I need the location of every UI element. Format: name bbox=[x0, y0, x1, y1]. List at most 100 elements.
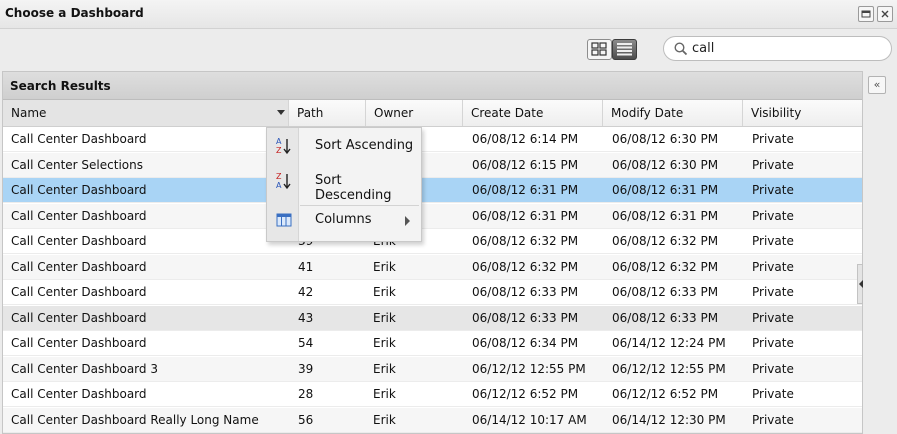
cell-name: Call Center Dashboard Really Long Name bbox=[11, 412, 259, 427]
search-value[interactable]: call bbox=[692, 41, 714, 56]
menu-item-columns[interactable]: Columns bbox=[267, 205, 421, 235]
svg-text:A: A bbox=[276, 181, 282, 190]
table-header: Name Path Owner Create Date Modify Date … bbox=[3, 100, 862, 127]
chevron-left-icon bbox=[859, 280, 863, 288]
table-row[interactable]: Call Center Dashboard 54 Erik 06/08/12 6:34… bbox=[3, 331, 862, 356]
cell-create: 06/08/12 6:15 PM bbox=[472, 157, 579, 172]
cell-modify: 06/12/12 12:55 PM bbox=[612, 361, 726, 376]
menu-item-label: Columns bbox=[315, 212, 372, 227]
cell-vis: Private bbox=[752, 208, 794, 223]
menu-item-label: Sort Ascending bbox=[315, 138, 414, 153]
menu-item-sort-descending[interactable]: Z A Sort Descending bbox=[267, 166, 421, 203]
cell-create: 06/08/12 6:33 PM bbox=[472, 285, 579, 299]
cell-name: Call Center Dashboard bbox=[11, 259, 147, 274]
table-row[interactable]: Call Center Dashboard 3 39 Erik 06/12/12 12… bbox=[3, 356, 862, 382]
cell-vis: Private bbox=[752, 285, 794, 299]
table-row[interactable]: Call Center Dashboard 06/08/12 6:31 PM 06/… bbox=[3, 178, 862, 203]
cell-path: 39 bbox=[298, 361, 314, 376]
cell-name: Call Center Dashboard bbox=[11, 132, 147, 146]
restore-icon[interactable] bbox=[858, 6, 874, 22]
cell-vis: Private bbox=[752, 310, 794, 325]
cell-owner: Erik bbox=[373, 310, 396, 325]
cell-name: Call Center Dashboard 3 bbox=[11, 361, 158, 376]
panel-title: Search Results bbox=[10, 79, 111, 93]
cell-name: Call Center Dashboard bbox=[11, 208, 147, 223]
search-input[interactable]: call bbox=[663, 36, 892, 61]
cell-path: 28 bbox=[298, 387, 314, 401]
menu-item-sort-ascending[interactable]: A Z Sort Ascending bbox=[267, 131, 421, 161]
cell-path: 41 bbox=[298, 259, 314, 274]
cell-vis: Private bbox=[752, 336, 794, 350]
cell-create: 06/08/12 6:31 PM bbox=[472, 183, 579, 197]
double-chevron-left-icon[interactable]: « bbox=[868, 76, 886, 94]
column-header-modify-date[interactable]: Modify Date bbox=[603, 100, 743, 126]
chevron-down-icon[interactable] bbox=[277, 110, 285, 115]
cell-modify: 06/12/12 6:52 PM bbox=[612, 387, 719, 401]
cell-modify: 06/14/12 12:30 PM bbox=[612, 412, 726, 427]
svg-text:A: A bbox=[276, 137, 282, 146]
column-header-create-date[interactable]: Create Date bbox=[463, 100, 603, 126]
cell-name: Call Center Selections bbox=[11, 157, 143, 172]
cell-modify: 06/08/12 6:33 PM bbox=[612, 285, 719, 299]
cell-name: Call Center Dashboard bbox=[11, 285, 147, 299]
cell-create: 06/08/12 6:32 PM bbox=[472, 234, 579, 248]
column-header-visibility[interactable]: Visibility bbox=[743, 100, 862, 126]
table-row[interactable]: Call Center Dashboard 43 Erik 06/08/12 6:33… bbox=[3, 305, 862, 331]
cell-path: 42 bbox=[298, 285, 314, 299]
table-row[interactable]: Call Center Dashboard 42 Erik 06/08/12 6:33… bbox=[3, 280, 862, 305]
cell-path: 54 bbox=[298, 336, 314, 350]
cell-name: Call Center Dashboard bbox=[11, 310, 147, 325]
column-label: Owner bbox=[374, 106, 414, 120]
column-header-owner[interactable]: Owner bbox=[366, 100, 463, 126]
cell-create: 06/08/12 6:14 PM bbox=[472, 132, 579, 146]
grid-view-button[interactable] bbox=[587, 39, 612, 60]
cell-vis: Private bbox=[752, 183, 794, 197]
table-row[interactable]: Call Center Dashboard 06/08/12 6:14 PM 06/… bbox=[3, 127, 862, 152]
grid-view-icon bbox=[591, 42, 607, 56]
column-label: Modify Date bbox=[611, 106, 684, 120]
sort-ascending-icon: A Z bbox=[276, 137, 291, 155]
cell-modify: 06/08/12 6:32 PM bbox=[612, 234, 719, 248]
cell-create: 06/08/12 6:31 PM bbox=[472, 208, 579, 223]
table-row[interactable]: Call Center Dashboard39Erik06/08/12 6:32… bbox=[3, 229, 862, 254]
menu-item-label: Sort Descending bbox=[315, 173, 392, 203]
cell-owner: Erik bbox=[373, 285, 396, 299]
column-label: Visibility bbox=[751, 106, 802, 120]
column-header-name[interactable]: Name bbox=[3, 100, 289, 126]
cell-create: 06/12/12 6:52 PM bbox=[472, 387, 579, 401]
cell-name: Call Center Dashboard bbox=[11, 183, 147, 197]
table-row[interactable]: Call Center Dashboard 41 Erik 06/08/12 6:32… bbox=[3, 254, 862, 280]
cell-vis: Private bbox=[752, 387, 794, 401]
column-header-path[interactable]: Path bbox=[289, 100, 366, 126]
list-view-icon bbox=[617, 43, 632, 56]
cell-modify: 06/08/12 6:31 PM bbox=[612, 183, 719, 197]
cell-owner: Erik bbox=[373, 259, 396, 274]
cell-create: 06/12/12 12:55 PM bbox=[472, 361, 586, 376]
search-results-panel: Search Results Name Path Owner Create Da… bbox=[2, 71, 863, 434]
cell-create: 06/08/12 6:34 PM bbox=[472, 336, 579, 350]
table-row[interactable]: Call Center Selections 06/08/12 6:15 PM 06… bbox=[3, 152, 862, 178]
column-label: Create Date bbox=[471, 106, 544, 120]
column-label: Name bbox=[11, 106, 47, 120]
table-row[interactable]: Call Center Dashboard 06/08/12 6:31 PM 06/… bbox=[3, 203, 862, 229]
cell-owner: Erik bbox=[373, 361, 396, 376]
list-view-button[interactable] bbox=[612, 39, 637, 60]
panel-splitter-handle[interactable] bbox=[857, 264, 863, 304]
cell-vis: Private bbox=[752, 259, 794, 274]
title-bar: Choose a Dashboard bbox=[0, 0, 897, 29]
svg-text:Z: Z bbox=[276, 146, 282, 155]
cell-modify: 06/08/12 6:30 PM bbox=[612, 157, 719, 172]
cell-vis: Private bbox=[752, 132, 794, 146]
cell-name: Call Center Dashboard bbox=[11, 387, 147, 401]
cell-create: 06/08/12 6:33 PM bbox=[472, 310, 579, 325]
table-row[interactable]: Call Center Dashboard 28 Erik 06/12/12 6:52… bbox=[3, 382, 862, 407]
cell-owner: Erik bbox=[373, 336, 396, 350]
cell-vis: Private bbox=[752, 412, 794, 427]
close-icon[interactable] bbox=[877, 6, 893, 22]
svg-text:Z: Z bbox=[276, 172, 282, 181]
cell-modify: 06/08/12 6:33 PM bbox=[612, 310, 719, 325]
cell-vis: Private bbox=[752, 361, 794, 376]
cell-modify: 06/08/12 6:31 PM bbox=[612, 208, 719, 223]
cell-modify: 06/08/12 6:30 PM bbox=[612, 132, 719, 146]
table-row[interactable]: Call Center Dashboard Really Long Name 56… bbox=[3, 407, 862, 433]
